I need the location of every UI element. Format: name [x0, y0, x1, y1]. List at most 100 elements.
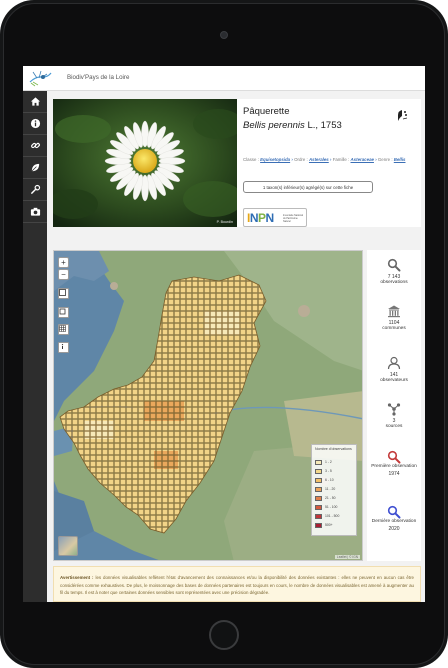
- stats-panel: 7 143 observations 1104 communes 141 obs…: [367, 250, 421, 561]
- top-bar: Biodiv'Pays de la Loire: [23, 66, 425, 91]
- legend-swatch: [315, 486, 322, 492]
- user-icon: [387, 356, 401, 370]
- legend-entry: 51 - 100: [315, 504, 337, 510]
- legend-entry: 11 - 20: [315, 486, 335, 492]
- subtaxa-button[interactable]: 1 taxon(s) inférieur(s) agrégé(s) sur ce…: [243, 181, 373, 193]
- legend-label: 1 - 2: [325, 460, 332, 464]
- taxonomy-ordre-label: Ordre :: [294, 157, 308, 162]
- legend-entry: 3 - 5: [315, 468, 332, 474]
- legend-label: 11 - 20: [325, 487, 336, 491]
- sidebar-item-info[interactable]: [23, 113, 47, 135]
- stat-label: sources: [385, 424, 403, 429]
- legend-swatch: [315, 522, 322, 528]
- leaf-icon: [31, 163, 39, 172]
- network-icon: [387, 403, 401, 416]
- wrench-icon: [30, 184, 40, 194]
- zoom-out-button[interactable]: −: [58, 269, 69, 280]
- daisy-photo: [53, 99, 237, 227]
- legend-title: Nombre d'observations: [315, 447, 352, 451]
- species-info: Pâquerette Bellis perennis L., 1753 Clas…: [243, 99, 421, 227]
- legend-label: 3 - 5: [325, 469, 332, 473]
- info-icon: [61, 344, 64, 349]
- zoom-in-button[interactable]: +: [58, 257, 69, 268]
- legend-swatch: [315, 513, 322, 519]
- legend-swatch: [315, 459, 322, 465]
- home-button[interactable]: [209, 620, 239, 650]
- taxonomy-ordre-link[interactable]: Asterales: [309, 157, 329, 162]
- fullscreen-icon: [59, 289, 66, 296]
- legend-swatch: [315, 468, 322, 474]
- chevron-right-icon: ›: [375, 157, 377, 162]
- stat-label: Dernière observation: [371, 519, 417, 524]
- stat-label: observateurs: [380, 378, 408, 383]
- scientific-name: Bellis perennis L., 1753: [243, 120, 342, 131]
- screen: Biodiv'Pays de la Loire P. Bourdin Pâque…: [23, 66, 425, 602]
- stat-value: 1974: [388, 471, 400, 477]
- legend-swatch: [315, 495, 322, 501]
- site-title[interactable]: Biodiv'Pays de la Loire: [67, 74, 129, 81]
- taxonomy-genre-link[interactable]: Bellis: [394, 157, 406, 162]
- species-menu-icon[interactable]: [395, 108, 409, 122]
- inpn-logo[interactable]: INPN Inventaire National du Patrimoine N…: [243, 208, 307, 227]
- chevron-right-icon: ›: [329, 157, 332, 162]
- warning-title: Avertissement :: [60, 575, 94, 580]
- map-legend: Nombre d'observations 1 - 2 3 - 5 6 - 10…: [311, 444, 357, 536]
- search-icon: [387, 258, 401, 272]
- sidebar-item-home[interactable]: [23, 91, 47, 113]
- taxonomy-genre-label: Genre :: [377, 157, 393, 162]
- map-attribution[interactable]: Leaflet | © IGN: [334, 555, 360, 559]
- warning-banner: Avertissement : les données visualisable…: [53, 566, 421, 602]
- town-hall-icon: [388, 305, 400, 318]
- search-red-icon: [387, 450, 401, 464]
- sidebar-item-link[interactable]: [23, 135, 47, 157]
- scientific-name-author: L., 1753: [307, 120, 342, 131]
- chevron-right-icon: ›: [291, 157, 293, 162]
- tablet-frame: Biodiv'Pays de la Loire P. Bourdin Pâque…: [0, 0, 448, 668]
- legend-entry: 6 - 10: [315, 477, 334, 483]
- legend-label: 500+: [325, 523, 333, 527]
- taxonomy-classe-link[interactable]: Equisetopsida: [260, 157, 290, 162]
- distribution-map[interactable]: + − Nombre d'observations 1 - 2 3 - 5 6 …: [53, 250, 363, 561]
- link-icon: [30, 142, 40, 149]
- stat-last-observation: Dernière observation 2020: [367, 505, 421, 532]
- stat-observers: 141 observateurs: [367, 356, 421, 383]
- sidebar-item-camera[interactable]: [23, 201, 47, 223]
- legend-label: 101 - 500: [325, 514, 340, 518]
- square-outline-icon: [59, 308, 66, 315]
- fullscreen-button[interactable]: [58, 288, 69, 299]
- camera-icon: [30, 207, 40, 216]
- stat-first-observation: Première observation 1974: [367, 450, 421, 477]
- taxonomy-famille-label: Famille :: [332, 157, 350, 162]
- basemap-layers-button[interactable]: [58, 536, 78, 556]
- legend-label: 21 - 50: [325, 496, 336, 500]
- stat-label: communes: [382, 326, 406, 331]
- inpn-logo-subtitle: Inventaire National du Patrimoine Nature…: [283, 214, 303, 223]
- species-card: P. Bourdin Pâquerette Bellis perennis L.…: [53, 99, 421, 227]
- sidebar: [23, 91, 47, 602]
- sidebar-item-leaf[interactable]: [23, 157, 47, 179]
- search-blue-icon: [387, 505, 401, 519]
- grid-icon: [59, 325, 66, 332]
- taxonomy-classe-label: Classe :: [243, 157, 259, 162]
- inpn-logo-text: INPN: [247, 211, 274, 225]
- legend-swatch: [315, 504, 322, 510]
- stat-label: observations: [380, 280, 408, 285]
- stat-communes: 1104 communes: [367, 304, 421, 331]
- species-photo[interactable]: P. Bourdin: [53, 99, 237, 227]
- legend-label: 6 - 10: [325, 478, 334, 482]
- draw-circle-button[interactable]: [58, 307, 69, 318]
- sidebar-item-tools[interactable]: [23, 179, 47, 201]
- warning-text: les données visualisables reflètent l'ét…: [60, 575, 414, 595]
- legend-entry: 101 - 500: [315, 513, 339, 519]
- stat-label: Première observation: [371, 464, 417, 469]
- legend-swatch: [315, 477, 322, 483]
- site-logo-icon[interactable]: [27, 68, 53, 88]
- legend-entry: 500+: [315, 522, 333, 528]
- grid-toggle-button[interactable]: [58, 324, 69, 335]
- map-info-button[interactable]: [58, 342, 69, 353]
- legend-entry: 21 - 50: [315, 495, 336, 501]
- photo-credit: P. Bourdin: [216, 220, 233, 224]
- taxonomy-famille-link[interactable]: Asteraceae: [351, 157, 374, 162]
- scientific-name-binomial: Bellis perennis: [243, 120, 305, 131]
- info-icon: [30, 118, 40, 129]
